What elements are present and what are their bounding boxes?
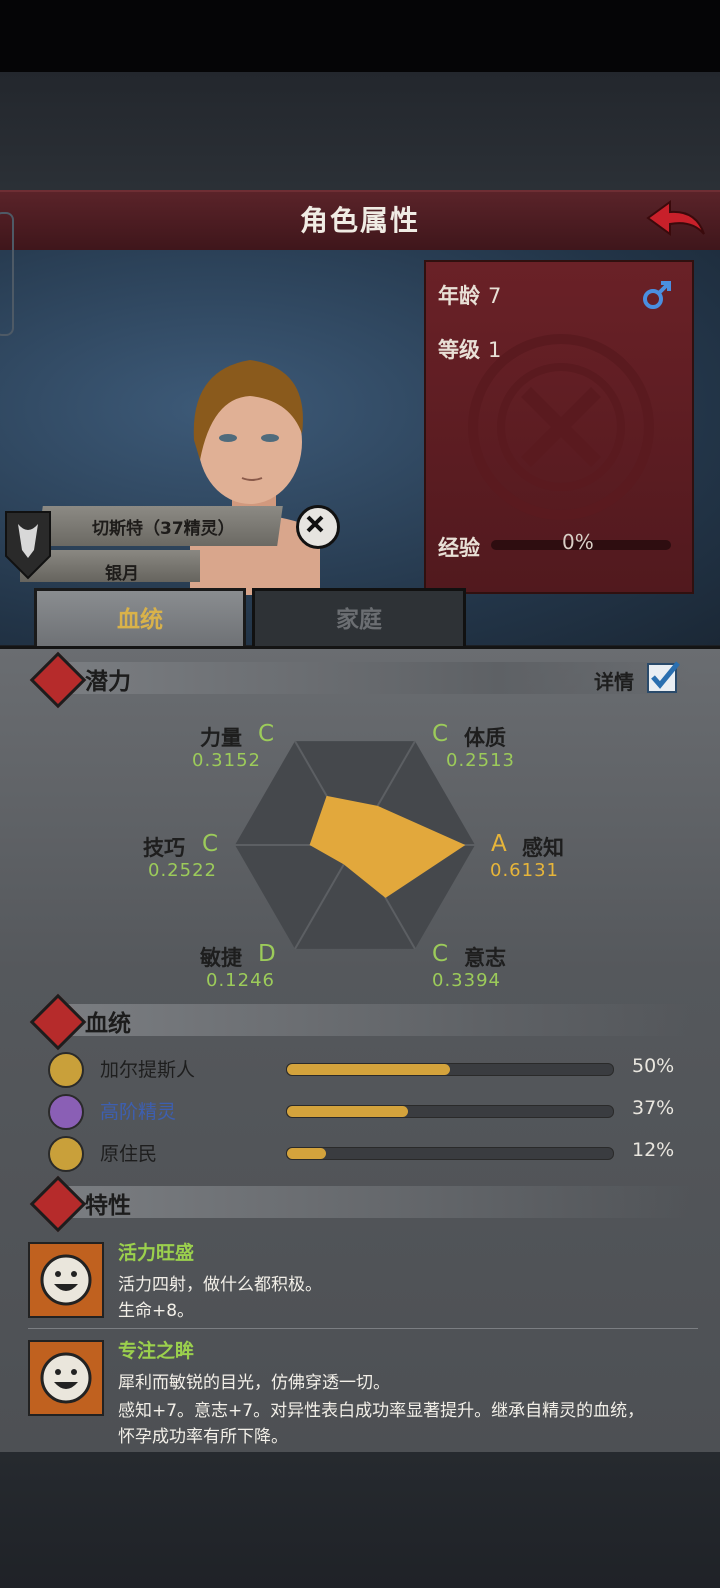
bloodline-row: 高阶精灵 37% <box>48 1094 688 1130</box>
section-title: 特性 <box>85 1193 131 1219</box>
stat-value-skill: 0.2522 <box>148 860 217 881</box>
exp-label: 经验 <box>438 536 480 560</box>
age-row: 年龄 7 <box>438 280 501 310</box>
trait-description: 犀利而敏锐的目光，仿佛穿透一切。 <box>118 1373 390 1393</box>
bloodline-row: 加尔提斯人 50% <box>48 1052 688 1088</box>
stat-grade-strength: C <box>258 721 275 747</box>
character-name: 切斯特（37精灵） <box>92 519 235 539</box>
faction-shield-icon <box>5 511 51 580</box>
tab-bar: 血统 家庭 <box>30 588 470 652</box>
detail-label: 详情 <box>594 670 634 694</box>
dismiss-button[interactable] <box>296 505 340 549</box>
bloodline-name: 高阶精灵 <box>100 1101 177 1123</box>
title-banner: 角色属性 <box>0 190 720 252</box>
bloodline-bar <box>286 1105 614 1118</box>
native-race-icon <box>48 1136 84 1172</box>
stat-grade-agility: D <box>258 941 276 967</box>
detail-checkbox[interactable] <box>646 660 680 694</box>
stat-name-willpower: 意志 <box>464 946 506 970</box>
stat-grade-willpower: C <box>432 941 449 967</box>
character-title: 银月 <box>105 564 139 584</box>
trait-title: 专注之眸 <box>118 1340 195 1362</box>
bloodline-row: 原住民 12% <box>48 1136 688 1172</box>
bloodline-percent: 37% <box>632 1097 675 1119</box>
bloodline-percent: 12% <box>632 1139 675 1161</box>
bloodline-bar <box>286 1063 614 1076</box>
divider <box>28 1328 698 1329</box>
stat-grade-skill: C <box>202 831 219 857</box>
trait-description: 活力四射，做什么都积极。 <box>118 1275 322 1295</box>
stat-name-agility: 敏捷 <box>200 946 242 970</box>
bloodline-section-header: 血统 <box>29 993 690 1051</box>
stat-name-strength: 力量 <box>200 726 242 750</box>
level-row: 等级 1 <box>438 334 501 364</box>
stat-value-agility: 0.1246 <box>206 970 275 991</box>
high-elf-race-icon <box>48 1094 84 1130</box>
stat-name-perception: 感知 <box>522 836 564 860</box>
stat-value-strength: 0.3152 <box>192 750 261 771</box>
smiley-trait-icon <box>28 1242 104 1318</box>
trait-effect: 生命+8。 <box>118 1301 195 1321</box>
side-panel-handle[interactable] <box>0 212 14 336</box>
traits-section-header: 特性 <box>29 1175 690 1233</box>
age-label: 年龄 <box>438 284 480 308</box>
smiley-trait-icon <box>28 1340 104 1416</box>
level-label: 等级 <box>438 338 480 362</box>
age-value: 7 <box>488 284 502 308</box>
trait-item[interactable]: 专注之眸 犀利而敏锐的目光，仿佛穿透一切。 感知+7。意志+7。对异性表白成功率… <box>28 1340 698 1450</box>
galtis-race-icon <box>48 1052 84 1088</box>
bloodline-bar-fill <box>287 1148 327 1159</box>
section-strip <box>50 1004 690 1036</box>
footer-background <box>0 1452 720 1588</box>
section-title: 潜力 <box>85 669 131 695</box>
bloodline-bar-fill <box>287 1106 408 1117</box>
character-info-card: 年龄 7 等级 1 经验 0% <box>424 260 694 594</box>
close-icon <box>306 515 324 533</box>
male-gender-icon <box>643 281 671 309</box>
tab-family[interactable]: 家庭 <box>252 588 466 652</box>
stat-name-skill: 技巧 <box>143 836 185 860</box>
stat-value-perception: 0.6131 <box>490 860 559 881</box>
exp-percent: 0% <box>562 530 594 554</box>
trait-effect-cont: 怀孕成功率有所下降。 <box>118 1427 288 1447</box>
back-arrow-icon[interactable] <box>644 198 708 244</box>
bloodline-name: 原住民 <box>100 1143 158 1165</box>
header-background <box>0 72 720 190</box>
trait-effect: 感知+7。意志+7。对异性表白成功率显著提升。继承自精灵的血统， <box>118 1401 645 1421</box>
section-strip <box>50 1186 690 1218</box>
stat-value-willpower: 0.3394 <box>432 970 501 991</box>
section-title: 血统 <box>85 1011 131 1037</box>
level-value: 1 <box>488 338 502 362</box>
potential-section-header: 潜力 <box>29 651 690 709</box>
bloodline-bar-fill <box>287 1064 450 1075</box>
stat-grade-perception: A <box>491 831 507 857</box>
stat-grade-constitution: C <box>432 721 449 747</box>
bloodline-name: 加尔提斯人 <box>100 1059 196 1081</box>
bloodline-percent: 50% <box>632 1055 675 1077</box>
page-title: 角色属性 <box>299 204 420 237</box>
stat-name-constitution: 体质 <box>464 726 506 750</box>
stat-value-constitution: 0.2513 <box>446 750 515 771</box>
bloodline-bar <box>286 1147 614 1160</box>
trait-title: 活力旺盛 <box>118 1242 195 1264</box>
system-status-bar <box>0 0 720 72</box>
tab-bloodline[interactable]: 血统 <box>34 588 246 649</box>
trait-item[interactable]: 活力旺盛 活力四射，做什么都积极。 生命+8。 <box>28 1242 698 1322</box>
